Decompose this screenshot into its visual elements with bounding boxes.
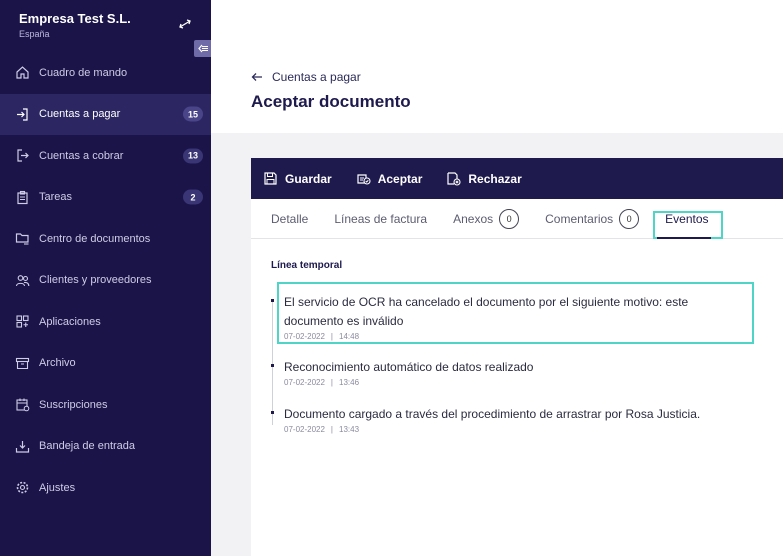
event-date: 07-02-2022	[284, 378, 325, 387]
tab-label: Comentarios	[545, 211, 614, 226]
sidebar-item-label: Centro de documentos	[39, 232, 151, 245]
event-text: Reconocimiento automático de datos reali…	[284, 360, 534, 374]
back-link[interactable]: Cuentas a pagar	[251, 70, 361, 84]
clipboard-icon	[17, 190, 28, 204]
reject-button[interactable]: Rechazar	[446, 171, 522, 186]
gear-icon	[16, 481, 29, 494]
accept-button[interactable]: Aceptar	[356, 171, 423, 186]
document-check-icon	[357, 174, 371, 185]
tab-anexos[interactable]: Anexos 0	[453, 208, 520, 229]
event-text: Documento cargado a través del procedimi…	[284, 407, 701, 421]
tab-detalle[interactable]: Detalle	[271, 212, 308, 226]
tab-label: Líneas de factura	[334, 211, 428, 226]
sidebar-item-label: Clientes y proveedores	[39, 274, 152, 287]
sidebar-item-label: Ajustes	[39, 481, 76, 494]
company-name: Empresa Test S.L.	[19, 11, 131, 26]
sidebar-item-label: Suscripciones	[39, 398, 108, 411]
count-badge: 0	[619, 208, 640, 229]
login-icon	[17, 108, 28, 121]
sidebar: Empresa Test S.L. España Cuadro de mando…	[0, 0, 213, 556]
sidebar-item-cuadro-de-mando[interactable]: Cuadro de mando	[0, 52, 211, 94]
event-meta: 07-02-2022 | 13:46	[284, 378, 360, 387]
sidebar-item-label: Tareas	[39, 191, 73, 204]
timeline: Línea temporal El servicio de OCR ha can…	[271, 260, 761, 434]
count-badge: 13	[182, 148, 203, 164]
accept-button-label: Aceptar	[377, 171, 423, 186]
sidebar-item-bandeja-de-entrada[interactable]: Bandeja de entrada	[0, 426, 211, 468]
sidebar-item-aplicaciones[interactable]: Aplicaciones	[0, 301, 211, 343]
sidebar-item-tareas[interactable]: Tareas 2	[0, 177, 211, 219]
action-toolbar: Guardar Aceptar Rechazar	[251, 158, 783, 199]
users-icon	[15, 274, 30, 286]
sidebar-item-cuentas-a-pagar[interactable]: Cuentas a pagar 15	[0, 93, 211, 135]
sidebar-item-label: Cuadro de mando	[39, 66, 128, 79]
page-header: Cuentas a pagar Aceptar documento	[211, 0, 783, 133]
sidebar-item-label: Cuentas a cobrar	[39, 149, 124, 162]
count-badge: 2	[183, 189, 203, 205]
event-date: 07-02-2022	[284, 425, 325, 434]
sidebar-item-ajustes[interactable]: Ajustes	[0, 467, 211, 509]
page-title: Aceptar documento	[251, 92, 411, 111]
inbox-icon	[15, 440, 30, 453]
calendar-icon	[16, 398, 30, 412]
sidebar-nav: Cuadro de mando Cuentas a pagar 15 Cuent…	[0, 52, 211, 509]
sidebar-item-suscripciones[interactable]: Suscripciones	[0, 384, 211, 426]
count-badge: 15	[182, 106, 203, 122]
company-switcher[interactable]: Empresa Test S.L. España	[19, 11, 131, 39]
apps-icon	[16, 315, 29, 328]
tab-highlight-box	[653, 211, 723, 239]
sidebar-item-clientes-y-proveedores[interactable]: Clientes y proveedores	[0, 260, 211, 302]
timeline-event: Reconocimiento automático de datos reali…	[271, 358, 741, 387]
event-time: 13:46	[339, 378, 360, 387]
tab-comentarios[interactable]: Comentarios 0	[545, 208, 640, 229]
sidebar-item-cuentas-a-cobrar[interactable]: Cuentas a cobrar 13	[0, 135, 211, 177]
folder-tree-icon	[15, 233, 29, 245]
sidebar-item-label: Cuentas a pagar	[39, 108, 121, 121]
event-meta: 07-02-2022 | 13:43	[284, 425, 360, 434]
sidebar-item-archivo[interactable]: Archivo	[0, 343, 211, 385]
home-icon	[16, 66, 29, 79]
event-time: 13:43	[339, 425, 360, 434]
sidebar-item-label: Aplicaciones	[39, 315, 101, 328]
swap-arrows-icon[interactable]	[178, 18, 192, 30]
sidebar-item-label: Bandeja de entrada	[39, 440, 136, 453]
count-badge: 0	[499, 208, 520, 229]
sidebar-item-label: Archivo	[39, 357, 76, 370]
company-country: España	[19, 29, 50, 39]
sidebar-item-centro-de-documentos[interactable]: Centro de documentos	[0, 218, 211, 260]
event-highlight-box	[277, 282, 754, 344]
save-button[interactable]: Guardar	[263, 171, 332, 186]
save-button-label: Guardar	[285, 171, 332, 186]
document-cancel-icon	[447, 172, 461, 186]
arrow-left-icon	[251, 73, 262, 81]
tab-label: Anexos	[453, 211, 494, 226]
back-link-label: Cuentas a pagar	[272, 70, 361, 84]
logout-icon	[17, 149, 29, 162]
reject-button-label: Rechazar	[468, 171, 522, 186]
archive-icon	[15, 357, 30, 369]
timeline-event: Documento cargado a través del procedimi…	[271, 405, 741, 434]
tab-label: Detalle	[271, 211, 309, 226]
tab-lineas-de-factura[interactable]: Líneas de factura	[334, 212, 427, 226]
timeline-label: Línea temporal	[271, 260, 343, 271]
save-icon	[264, 172, 277, 185]
active-tab-underline	[657, 237, 711, 239]
